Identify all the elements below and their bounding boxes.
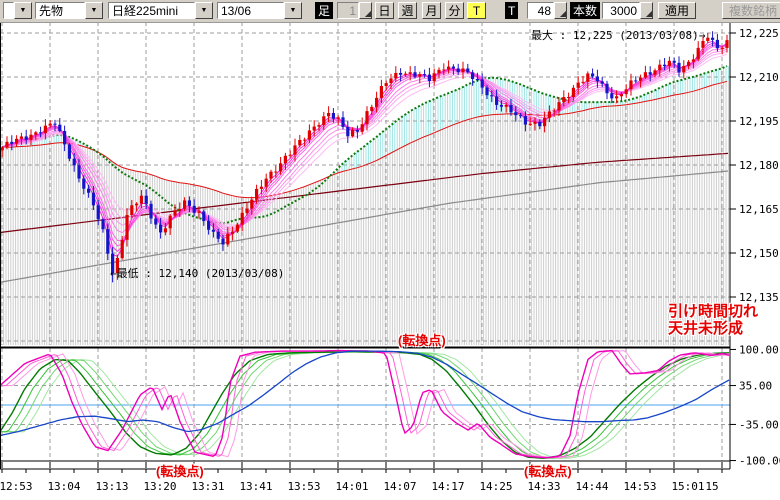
bar-count-value: 3000 <box>602 2 640 19</box>
max-price-annotation: 最大 : 12,225 (2013/03/08)→ <box>531 27 705 43</box>
closing-note-annotation: 引け時間切れ 天井未形成 <box>668 303 758 337</box>
svg-text:35.00: 35.00 <box>739 380 772 393</box>
svg-text:13:31: 13:31 <box>191 480 224 493</box>
tick-button[interactable]: T <box>467 2 486 19</box>
tick-count-stepper[interactable]: 48 ◢ <box>527 2 567 19</box>
svg-text:12,210: 12,210 <box>739 71 779 84</box>
mini-combobox[interactable]: ▼ <box>3 2 32 19</box>
chevron-down-icon[interactable]: ▼ <box>195 2 213 19</box>
svg-text:14:44: 14:44 <box>575 480 608 493</box>
svg-text:12,165: 12,165 <box>739 203 779 216</box>
closing-note-line2: 天井未形成 <box>668 320 758 337</box>
svg-text:12,225: 12,225 <box>739 27 779 40</box>
svg-text:100.00: 100.00 <box>739 343 779 356</box>
svg-text:15: 15 <box>705 480 718 493</box>
svg-text:12,195: 12,195 <box>739 115 779 128</box>
svg-text:13:04: 13:04 <box>47 480 80 493</box>
tick-count-value: 48 <box>527 2 554 19</box>
spinner-icon[interactable]: ◢ <box>554 2 567 19</box>
svg-text:14:07: 14:07 <box>383 480 416 493</box>
spinner-icon[interactable]: ◢ <box>359 2 372 19</box>
svg-text:14:17: 14:17 <box>431 480 464 493</box>
min-price-annotation: ←最低 : 12,140 (2013/03/08) <box>110 265 284 281</box>
svg-text:13:53: 13:53 <box>287 480 320 493</box>
svg-text:14:25: 14:25 <box>479 480 512 493</box>
weekly-button[interactable]: 週 <box>398 2 417 19</box>
daily-button[interactable]: 日 <box>375 2 394 19</box>
closing-note-line1: 引け時間切れ <box>668 303 758 320</box>
mini-combobox-value <box>3 2 14 19</box>
multi-symbol-button[interactable]: 複数銘柄 <box>722 2 780 19</box>
svg-text:13:41: 13:41 <box>239 480 272 493</box>
market-combobox[interactable]: 先物 ▼ <box>35 2 103 19</box>
bar-count-stepper[interactable]: 3000 ◢ <box>602 2 653 19</box>
app-window: { "toolbar": { "mini_combo_value": "", "… <box>0 0 780 500</box>
symbol-combobox[interactable]: 日経225mini ▼ <box>108 2 213 19</box>
chevron-down-icon[interactable]: ▼ <box>85 2 103 19</box>
turning-point-annotation-bottom-right: (転換点) <box>524 461 572 480</box>
svg-text:13:13: 13:13 <box>95 480 128 493</box>
bar-type-label: 足 <box>315 2 333 19</box>
chevron-down-icon[interactable]: ▼ <box>284 2 302 19</box>
monthly-button[interactable]: 月 <box>422 2 441 19</box>
chart-canvas: 12,22512,21012,19512,18012,16512,15012,1… <box>0 0 780 500</box>
svg-text:14:01: 14:01 <box>335 480 368 493</box>
svg-text:13:20: 13:20 <box>143 480 176 493</box>
market-combobox-value: 先物 <box>35 2 85 19</box>
apply-button[interactable]: 適用 <box>658 2 696 19</box>
symbol-combobox-value: 日経225mini <box>108 2 195 19</box>
tick-count-label: T <box>505 2 518 19</box>
svg-text:-35.00: -35.00 <box>739 418 779 431</box>
svg-text:15:01: 15:01 <box>671 480 704 493</box>
bar-interval-value: 1 <box>337 2 359 19</box>
svg-text:12,150: 12,150 <box>739 247 779 260</box>
spinner-icon[interactable]: ◢ <box>640 2 653 19</box>
svg-text:14:33: 14:33 <box>527 480 560 493</box>
chevron-down-icon[interactable]: ▼ <box>14 2 32 19</box>
svg-text:12:53: 12:53 <box>0 480 33 493</box>
turning-point-annotation-top: (転換点) <box>398 330 446 349</box>
contract-month-combobox[interactable]: 13/06 ▼ <box>217 2 302 19</box>
svg-text:12,180: 12,180 <box>739 159 779 172</box>
bar-count-label: 本数 <box>570 2 600 19</box>
turning-point-annotation-bottom-left: (転換点) <box>156 461 204 480</box>
contract-month-combobox-value: 13/06 <box>217 2 284 19</box>
minute-button[interactable]: 分 <box>445 2 464 19</box>
bar-interval-stepper[interactable]: 1 ◢ <box>337 2 372 19</box>
toolbar: ▼ 先物 ▼ 日経225mini ▼ 13/06 ▼ 足 1 ◢ 日 週 月 分… <box>0 0 780 23</box>
svg-text:14:53: 14:53 <box>623 480 656 493</box>
svg-text:-100.00: -100.00 <box>739 455 780 468</box>
